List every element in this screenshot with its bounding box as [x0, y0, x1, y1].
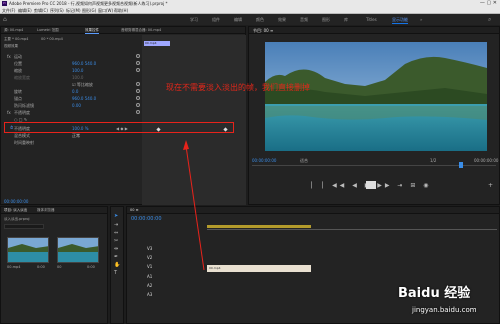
- watermark-url: jingyan.baidu.com: [412, 306, 477, 314]
- annotation-arrow: [183, 140, 205, 271]
- watermark-brand: Baidu 经验: [398, 286, 471, 301]
- annotation-text: 现在不需要淡入淡出的帧，我们直接删掉: [166, 83, 310, 92]
